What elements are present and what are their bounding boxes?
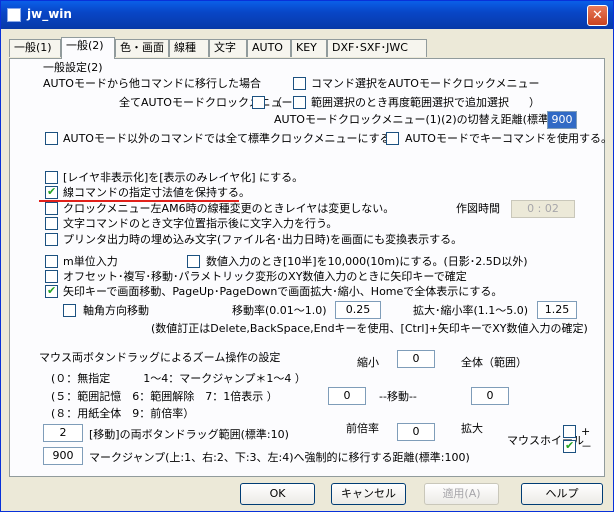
- tab-line-type[interactable]: 線種: [169, 39, 209, 57]
- keep-line-dim-checkbox[interactable]: [45, 185, 58, 199]
- zoom-legend-1: (０：無指定 1～4：マークジャンプ＊1～4 ）: [51, 372, 306, 385]
- paren-open: （: [271, 96, 282, 109]
- num-input-10-checkbox[interactable]: [187, 255, 200, 268]
- cmd-select-label: コマンド選択をAUTOモードクロックメニュー: [311, 77, 540, 90]
- paren-close: ）: [529, 96, 540, 109]
- drawing-time-display: 0 : 02: [511, 200, 575, 218]
- offset-xy-label: オフセット･複写･移動･パラメトリック変形のXY数値入力のときに矢印キーで確定: [63, 270, 467, 283]
- move-right-input[interactable]: 0: [471, 387, 509, 405]
- layer-hidden-checkbox[interactable]: [45, 171, 58, 184]
- arrow-keys-label: 矢印キーで画面移動、PageUp･PageDownで画面拡大･縮小、Homeで全…: [63, 285, 503, 298]
- drawing-time-label: 作図時間: [456, 202, 500, 215]
- printer-embed-checkbox[interactable]: [45, 233, 58, 246]
- tab-key[interactable]: KEY: [291, 39, 327, 57]
- range-select-checkbox[interactable]: [293, 96, 306, 109]
- zoom-rate-label: 拡大･縮小率(1.1～5.0): [413, 304, 529, 317]
- all-auto-label: 全てAUTOモードクロックメニュー: [119, 96, 293, 109]
- m-unit-label: m単位入力: [63, 255, 118, 268]
- section-title: 一般設定(2): [43, 61, 103, 74]
- auto-key-cmd-label: AUTOモードでキーコマンドを使用する。: [405, 132, 612, 145]
- dialog-window: jw_win ✕ 一般(1) 一般(2) 色・画面 線種 文字 AUTO KEY…: [0, 0, 614, 512]
- zoom-rate-input[interactable]: 1.25: [537, 301, 577, 319]
- m-unit-checkbox[interactable]: [45, 255, 58, 268]
- printer-embed-label: プリンタ出力時の埋め込み文字(ファイル名･出力日時)を画面にも変換表示する。: [63, 233, 463, 246]
- drag-range-input[interactable]: 2: [43, 424, 83, 442]
- move-rate-input[interactable]: 0.25: [335, 301, 381, 319]
- axis-move-checkbox[interactable]: [63, 304, 76, 317]
- cancel-button[interactable]: キャンセル: [331, 483, 406, 505]
- tab-general-1[interactable]: 一般(1): [9, 39, 61, 57]
- tab-dxf-sxf-jwc[interactable]: DXF･SXF･JWC: [327, 39, 427, 57]
- drag-range-label: [移動]の両ボタンドラッグ範囲(標準:10): [89, 428, 289, 441]
- mark-jump-label: マークジャンプ(上:1、右:2、下:3、左:4)へ強制的に移行する距離(標準:1…: [89, 451, 470, 464]
- title-bar[interactable]: jw_win ✕: [1, 1, 613, 29]
- tab-color-screen[interactable]: 色・画面: [115, 39, 169, 57]
- numeric-edit-note: (数値訂正はDelete,BackSpace,Endキーを使用、[Ctrl]+矢…: [151, 322, 588, 335]
- offset-xy-checkbox[interactable]: [45, 270, 58, 283]
- zoom-legend-2: (５：範囲記憶 6：範囲解除 7：1倍表示 ）: [51, 390, 278, 403]
- auto-key-cmd-checkbox[interactable]: [386, 132, 399, 145]
- range-select-label: 範囲選択のとき再度範囲選択で追加選択: [311, 96, 509, 109]
- app-icon: [7, 8, 21, 22]
- zoom-legend-3: (８：用紙全体 9：前倍率）: [51, 407, 195, 420]
- tab-text[interactable]: 文字: [209, 39, 247, 57]
- axis-move-label: 軸角方向移動: [83, 304, 149, 317]
- zoom-header: マウス両ボタンドラッグによるズーム操作の設定: [39, 351, 281, 364]
- arrow-keys-checkbox[interactable]: [45, 284, 58, 298]
- layer-hidden-label: [レイヤ非表示化]を[表示のみレイヤ化] にする。: [63, 171, 304, 184]
- prev-input[interactable]: 0: [397, 423, 435, 441]
- close-button[interactable]: ✕: [587, 5, 608, 26]
- window-title: jw_win: [27, 7, 72, 21]
- clock-am6-checkbox[interactable]: [45, 202, 58, 215]
- move-rate-label: 移動率(0.01～1.0): [232, 304, 327, 317]
- auto-header: AUTOモードから他コマンドに移行した場合: [43, 77, 261, 90]
- move-label: --移動--: [379, 390, 417, 403]
- wheel-minus-checkbox[interactable]: [563, 439, 576, 453]
- non-auto-std-label: AUTOモード以外のコマンドでは全て標準クロックメニューにする。: [63, 132, 402, 145]
- help-button[interactable]: ヘルプ: [521, 483, 603, 505]
- shrink-label: 縮小: [357, 356, 379, 369]
- text-cmd-input-checkbox[interactable]: [45, 217, 58, 230]
- shrink-input[interactable]: 0: [397, 350, 435, 368]
- wheel-plus-label: +: [581, 425, 591, 438]
- prev-label: 前倍率: [346, 422, 379, 435]
- mark-jump-input[interactable]: 900: [43, 447, 83, 465]
- move-left-input[interactable]: 0: [328, 387, 366, 405]
- clock-am6-label: クロックメニュー左AM6時の線種変更のときレイヤは変更しない。: [63, 202, 395, 215]
- text-cmd-input-label: 文字コマンドのとき文字位置指示後に文字入力を行う。: [63, 217, 338, 230]
- tab-auto[interactable]: AUTO: [247, 39, 291, 57]
- all-auto-checkbox[interactable]: [252, 96, 265, 109]
- switch-distance-input[interactable]: 900: [547, 111, 577, 129]
- switch-distance-label: AUTOモードクロックメニュー(1)(2)の切替え距離(標準:100): [274, 113, 578, 126]
- cmd-select-checkbox[interactable]: [293, 77, 306, 90]
- num-input-10-label: 数値入力のとき[10半]を10,000(10m)にする。(日影･2.5D以外): [206, 255, 528, 268]
- apply-button: 適用(A): [424, 483, 499, 505]
- keep-line-dim-label: 線コマンドの指定寸法値を保持する。: [63, 186, 250, 199]
- tab-general-2[interactable]: 一般(2): [61, 37, 115, 59]
- expand-label: 拡大: [461, 422, 483, 435]
- whole-label: 全体（範囲）: [461, 356, 527, 369]
- ok-button[interactable]: OK: [240, 483, 315, 505]
- wheel-minus-label: －: [581, 440, 592, 453]
- non-auto-std-checkbox[interactable]: [45, 132, 58, 145]
- wheel-plus-checkbox[interactable]: [563, 425, 576, 438]
